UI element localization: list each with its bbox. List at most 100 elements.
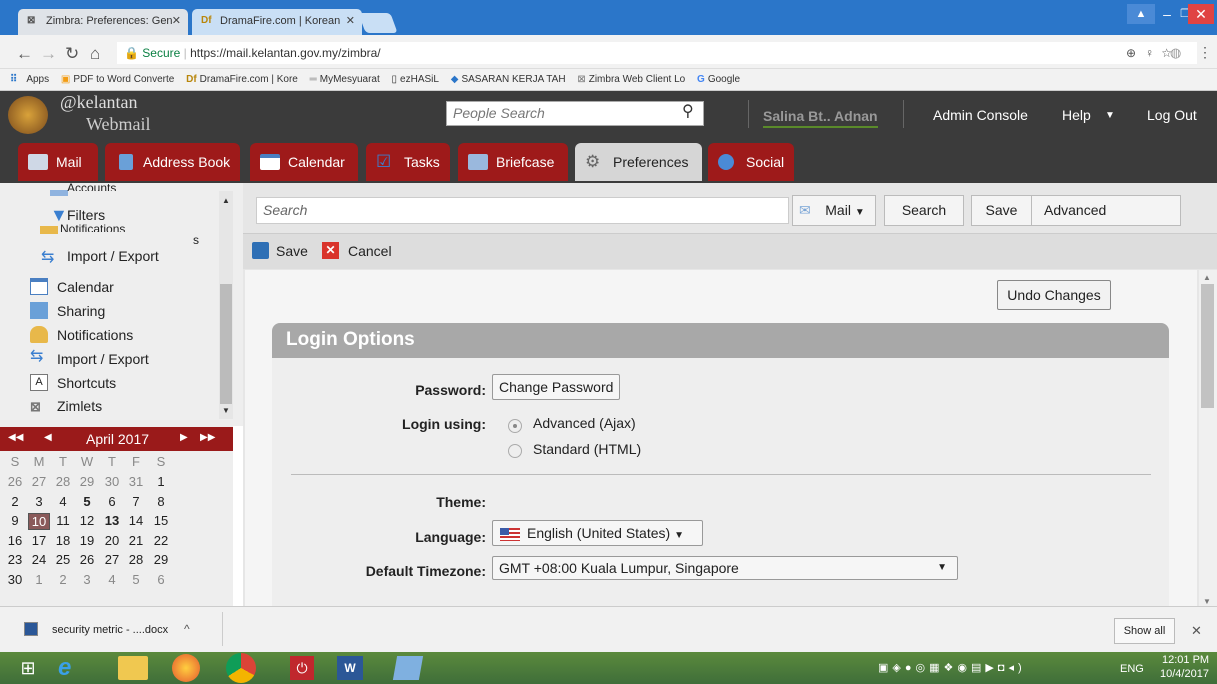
user-name[interactable]: Salina Bt.. Adnan bbox=[763, 108, 878, 128]
language-indicator[interactable]: ENG bbox=[1120, 663, 1144, 675]
bookmark-google[interactable]: Google bbox=[708, 74, 740, 85]
undo-changes-button[interactable]: Undo Changes bbox=[997, 280, 1111, 310]
back-icon[interactable]: ← bbox=[16, 44, 33, 64]
next-month-icon[interactable]: ▶ bbox=[180, 432, 188, 443]
calendar-day[interactable]: 14 bbox=[125, 513, 147, 528]
sidebar-item-shortcuts[interactable]: Shortcuts bbox=[57, 375, 116, 391]
browser-tab-dramafire[interactable]: Df DramaFire.com | Korean ✕ bbox=[192, 9, 362, 35]
close-window-button[interactable]: ✕ bbox=[1188, 4, 1214, 24]
calendar-day[interactable]: 16 bbox=[4, 533, 26, 548]
clock-time[interactable]: 12:01 PM bbox=[1162, 654, 1209, 666]
close-icon[interactable]: ✕ bbox=[346, 14, 355, 27]
extension-icon[interactable]: ◍ bbox=[1170, 45, 1181, 61]
calendar-day[interactable]: 24 bbox=[28, 552, 50, 567]
close-icon[interactable]: ✕ bbox=[172, 14, 181, 27]
calendar-day[interactable]: 30 bbox=[4, 572, 26, 587]
save-button[interactable]: Save bbox=[276, 243, 308, 259]
content-scroll-thumb[interactable] bbox=[1201, 284, 1214, 408]
bookmark-zimbra[interactable]: Zimbra Web Client Lo bbox=[589, 74, 686, 85]
calendar-day[interactable]: 1 bbox=[28, 572, 50, 587]
clock-date[interactable]: 10/4/2017 bbox=[1160, 668, 1209, 680]
change-password-button[interactable]: Change Password bbox=[492, 374, 621, 400]
sidebar-item-zimlets[interactable]: Zimlets bbox=[57, 398, 102, 414]
tab-mail[interactable]: Mail bbox=[18, 143, 98, 181]
minimize-button[interactable]: – bbox=[1155, 4, 1179, 24]
key-icon[interactable]: ♀ bbox=[1145, 43, 1154, 63]
calendar-day[interactable]: 4 bbox=[101, 572, 123, 587]
sidebar-item-import-export[interactable]: Import / Export bbox=[57, 351, 149, 367]
calendar-day[interactable]: 2 bbox=[52, 572, 74, 587]
scroll-down-icon[interactable]: ▼ bbox=[1203, 597, 1211, 606]
tab-preferences[interactable]: ⚙ Preferences bbox=[575, 143, 702, 181]
new-tab-button[interactable] bbox=[358, 13, 398, 33]
calendar-day[interactable]: 21 bbox=[125, 533, 147, 548]
tray-icons[interactable]: ▣◈●◎▦❖◉▤▶◘◂) bbox=[878, 661, 1026, 674]
search-icon[interactable]: ⚲ bbox=[682, 101, 694, 121]
scroll-up-icon[interactable]: ▲ bbox=[222, 196, 230, 205]
radio-standard[interactable] bbox=[508, 444, 522, 458]
radio-advanced[interactable] bbox=[508, 419, 522, 433]
calendar-day[interactable]: 3 bbox=[28, 494, 50, 509]
sidebar-item-import-export-overlap[interactable]: Import / Export bbox=[67, 248, 159, 264]
calendar-day[interactable]: 11 bbox=[52, 513, 74, 528]
bookmark-mymesyuarat[interactable]: MyMesyuarat bbox=[320, 74, 380, 85]
calendar-day[interactable]: 29 bbox=[150, 552, 172, 567]
calendar-day[interactable]: 23 bbox=[4, 552, 26, 567]
search-button[interactable]: Search bbox=[884, 195, 964, 226]
sidebar-scroll-thumb[interactable] bbox=[220, 284, 232, 404]
calendar-day[interactable]: 26 bbox=[4, 474, 26, 489]
sidebar-item-notifications-overlap[interactable]: Notifications bbox=[60, 222, 125, 232]
sidebar-item-accounts[interactable]: Accounts bbox=[67, 181, 116, 191]
zoom-icon[interactable]: ⊕ bbox=[1126, 43, 1136, 63]
calendar-day[interactable]: 5 bbox=[76, 494, 98, 509]
calendar-day[interactable]: 10 bbox=[28, 513, 50, 530]
bookmark-apps[interactable]: Apps bbox=[26, 74, 49, 85]
calendar-day[interactable]: 3 bbox=[76, 572, 98, 587]
next-year-icon[interactable]: ▶▶ bbox=[200, 432, 215, 443]
cancel-button[interactable]: Cancel bbox=[348, 243, 392, 259]
people-search-input[interactable]: People Search bbox=[446, 101, 704, 126]
chevron-up-icon[interactable]: ^ bbox=[184, 622, 190, 636]
calendar-day[interactable]: 17 bbox=[28, 533, 50, 548]
notes-icon[interactable] bbox=[392, 656, 424, 680]
mini-calendar-month[interactable]: April 2017 bbox=[86, 431, 149, 447]
profile-icon[interactable]: ▲ bbox=[1127, 4, 1155, 24]
omnibox[interactable]: 🔒 Secure | https://mail.kelantan.gov.my/… bbox=[117, 42, 1197, 64]
calendar-day[interactable]: 20 bbox=[101, 533, 123, 548]
tab-calendar[interactable]: Calendar bbox=[250, 143, 358, 181]
admin-console-link[interactable]: Admin Console bbox=[933, 107, 1028, 123]
bookmark-dramafire[interactable]: DramaFire.com | Kore bbox=[200, 74, 298, 85]
scroll-up-icon[interactable]: ▲ bbox=[1203, 273, 1211, 282]
calendar-day[interactable]: 1 bbox=[150, 474, 172, 489]
search-type-dropdown[interactable]: ✉ Mail ▼ bbox=[792, 195, 876, 226]
search-input[interactable]: Search bbox=[256, 197, 789, 224]
chrome-icon[interactable] bbox=[226, 653, 256, 683]
calendar-day[interactable]: 27 bbox=[101, 552, 123, 567]
calendar-day[interactable]: 5 bbox=[125, 572, 147, 587]
tab-address-book[interactable]: Address Book bbox=[105, 143, 240, 181]
timezone-dropdown[interactable]: GMT +08:00 Kuala Lumpur, Singapore ▼ bbox=[492, 556, 958, 580]
calendar-day[interactable]: 9 bbox=[4, 513, 26, 528]
advanced-search-button[interactable]: Advanced bbox=[1031, 195, 1181, 226]
sidebar-item-filters[interactable]: Filters bbox=[67, 207, 105, 223]
bookmark-pdf[interactable]: PDF to Word Converte bbox=[73, 74, 174, 85]
menu-icon[interactable]: ⋮ bbox=[1198, 44, 1212, 61]
download-item[interactable]: security metric - ....docx bbox=[52, 624, 168, 636]
calendar-day[interactable]: 29 bbox=[76, 474, 98, 489]
home-icon[interactable]: ⌂ bbox=[90, 44, 100, 64]
calendar-day[interactable]: 18 bbox=[52, 533, 74, 548]
save-search-button[interactable]: Save bbox=[971, 195, 1031, 226]
close-icon[interactable]: ✕ bbox=[1191, 623, 1202, 639]
reload-icon[interactable]: ↻ bbox=[65, 44, 79, 64]
calendar-day[interactable]: 19 bbox=[76, 533, 98, 548]
ie-icon[interactable]: e bbox=[58, 654, 94, 682]
browser-tab-zimbra[interactable]: ⊠ Zimbra: Preferences: Gen ✕ bbox=[18, 9, 188, 35]
word-icon[interactable]: W bbox=[337, 656, 363, 680]
forward-icon[interactable]: → bbox=[40, 44, 57, 64]
calendar-day[interactable]: 28 bbox=[52, 474, 74, 489]
scroll-down-icon[interactable]: ▼ bbox=[222, 406, 230, 415]
logout-link[interactable]: Log Out bbox=[1147, 107, 1197, 123]
windows-start-icon[interactable]: ⊞ bbox=[10, 654, 46, 682]
bookmark-ezhasil[interactable]: ezHASiL bbox=[400, 74, 439, 85]
tab-social[interactable]: Social bbox=[708, 143, 794, 181]
